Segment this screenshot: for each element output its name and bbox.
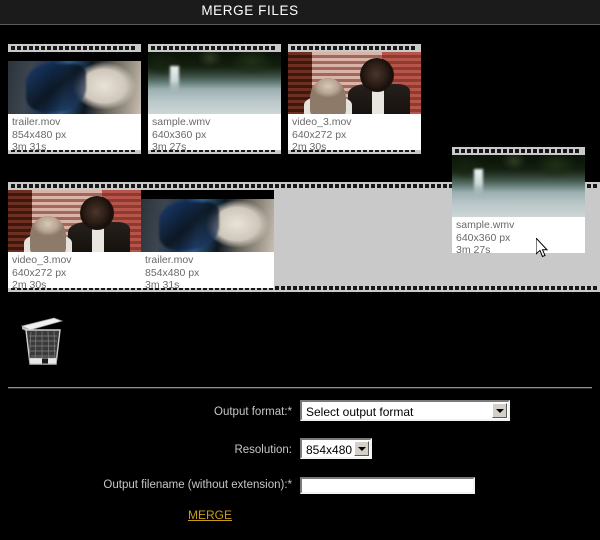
clip-resolution: 640x272 px: [12, 266, 67, 279]
art-layer: [360, 58, 394, 92]
sprocket-holes-top: [8, 44, 141, 52]
source-clip-strip-1[interactable]: trailer.mov 854x480 px 3m 31s: [8, 44, 141, 154]
clip-item[interactable]: trailer.mov 854x480 px 3m 31s: [8, 52, 141, 150]
merge-button[interactable]: MERGE: [0, 508, 600, 522]
clip-filename: sample.wmv: [456, 219, 515, 231]
clip-filename: video_3.mov: [292, 116, 352, 128]
sprocket-holes-top: [452, 147, 585, 155]
resolution-select[interactable]: 854x480: [300, 438, 372, 459]
clip-thumbnail: [452, 155, 585, 217]
clip-thumbnail: [8, 52, 141, 114]
clip-item[interactable]: video_3.mov 640x272 px 2m 30s: [8, 190, 141, 288]
merge-options-form: Output format:* Select output format Res…: [0, 400, 600, 522]
clip-filename: trailer.mov: [12, 116, 61, 128]
sprocket-holes-top: [288, 44, 421, 52]
clip-thumbnail: [148, 52, 281, 114]
clip-metadata: sample.wmv 640x360 px 3m 27s: [148, 114, 281, 150]
clip-item[interactable]: video_3.mov 640x272 px 2m 30s: [288, 52, 421, 150]
resolution-label: Resolution:: [234, 444, 292, 456]
clip-duration: 2m 30s: [292, 141, 327, 150]
thumbnail-art: [288, 52, 421, 114]
output-filename-input[interactable]: [300, 476, 475, 494]
clip-resolution: 640x360 px: [456, 231, 511, 244]
clip-thumbnail: [8, 190, 141, 252]
thumbnail-art: [148, 52, 281, 114]
resolution-row: Resolution: 854x480: [0, 438, 600, 462]
clip-thumbnail: [288, 52, 421, 114]
clip-resolution: 854x480 px: [12, 128, 67, 141]
chevron-down-icon[interactable]: [354, 441, 369, 456]
clip-duration: 2m 30s: [12, 279, 47, 288]
output-format-label: Output format:*: [214, 406, 292, 418]
thumbnail-art: [452, 155, 585, 217]
thumbnail-art: [8, 190, 141, 252]
source-clip-strip-3[interactable]: video_3.mov 640x272 px 2m 30s: [288, 44, 421, 154]
trash-can-icon[interactable]: [16, 312, 68, 370]
page-title: MERGE FILES: [201, 3, 299, 18]
source-clip-strip-2[interactable]: sample.wmv 640x360 px 3m 27s: [148, 44, 281, 154]
clip-metadata: video_3.mov 640x272 px 2m 30s: [288, 114, 421, 150]
output-format-row: Output format:* Select output format: [0, 400, 600, 424]
clip-resolution: 640x272 px: [292, 128, 347, 141]
clip-duration: 3m 31s: [145, 279, 180, 288]
clip-duration: 3m 27s: [152, 141, 187, 150]
output-filename-label: Output filename (without extension):*: [103, 479, 292, 491]
clip-resolution: 854x480 px: [145, 266, 200, 279]
chevron-down-icon[interactable]: [492, 403, 507, 418]
art-layer: [30, 216, 66, 252]
art-layer: [80, 196, 114, 230]
section-divider: [8, 387, 592, 389]
clip-metadata: trailer.mov 854x480 px 3m 31s: [141, 252, 274, 288]
clip-item[interactable]: sample.wmv 640x360 px 3m 27s: [148, 52, 281, 150]
clip-filename: trailer.mov: [145, 254, 194, 266]
clip-resolution: 640x360 px: [152, 128, 207, 141]
dragged-clip-item[interactable]: sample.wmv 640x360 px 3m 27s: [452, 147, 585, 253]
clip-thumbnail: [141, 190, 274, 252]
clip-filename: sample.wmv: [152, 116, 211, 128]
art-layer: [310, 78, 346, 114]
output-filename-row: Output filename (without extension):*: [0, 476, 600, 494]
thumbnail-art: [8, 52, 141, 114]
output-format-value: Select output format: [306, 405, 414, 419]
clip-metadata: sample.wmv 640x360 px 3m 27s: [452, 217, 585, 253]
sprocket-holes-top: [148, 44, 281, 52]
output-format-select[interactable]: Select output format: [300, 400, 510, 421]
clip-item[interactable]: trailer.mov 854x480 px 3m 31s: [141, 190, 274, 288]
clip-duration: 3m 27s: [456, 244, 491, 253]
clip-item[interactable]: sample.wmv 640x360 px 3m 27s: [452, 155, 585, 253]
clip-metadata: trailer.mov 854x480 px 3m 31s: [8, 114, 141, 150]
clip-filename: video_3.mov: [12, 254, 72, 266]
thumbnail-art: [141, 190, 274, 252]
clip-duration: 3m 31s: [12, 141, 47, 150]
clip-metadata: video_3.mov 640x272 px 2m 30s: [8, 252, 141, 288]
